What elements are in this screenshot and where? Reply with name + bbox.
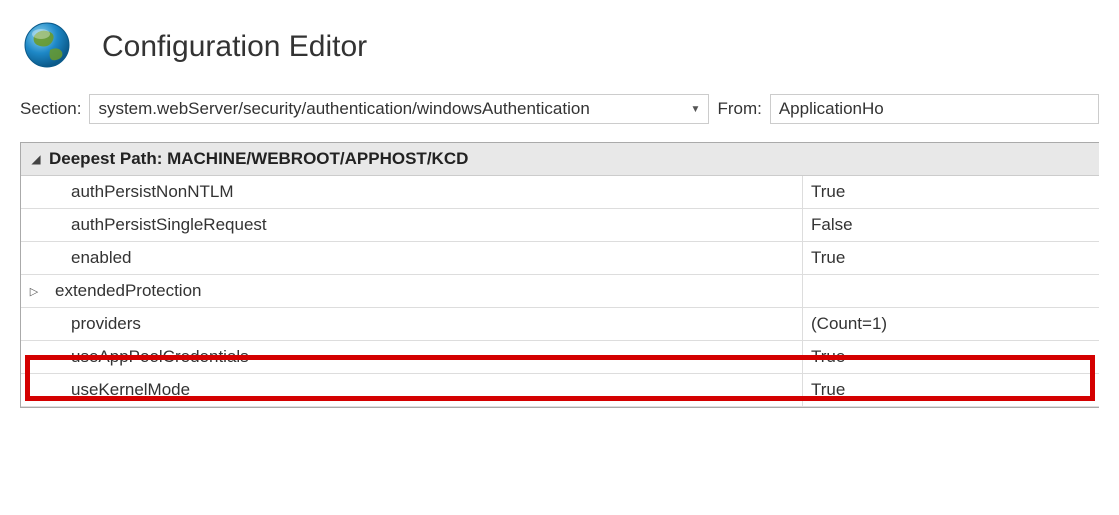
section-value: system.webServer/security/authentication… — [98, 99, 589, 119]
grid-row[interactable]: authPersistNonNTLM True — [21, 176, 1099, 209]
property-value[interactable]: True — [803, 374, 1099, 406]
chevron-down-icon: ▼ — [691, 104, 701, 115]
section-label: Section: — [20, 99, 81, 119]
row-indent — [21, 341, 47, 373]
property-value[interactable]: True — [803, 176, 1099, 208]
property-name: enabled — [47, 242, 803, 274]
expand-icon[interactable]: ▷ — [21, 275, 47, 307]
section-dropdown[interactable]: system.webServer/security/authentication… — [89, 94, 709, 124]
property-name: extendedProtection — [47, 275, 803, 307]
page-header: Configuration Editor — [0, 0, 1119, 86]
grid-row[interactable]: authPersistSingleRequest False — [21, 209, 1099, 242]
property-value[interactable]: True — [803, 242, 1099, 274]
globe-icon — [20, 18, 74, 76]
grid-row[interactable]: enabled True — [21, 242, 1099, 275]
collapse-icon[interactable]: ◢ — [29, 152, 43, 166]
toolbar: Section: system.webServer/security/authe… — [0, 86, 1119, 132]
property-value[interactable]: True — [803, 341, 1099, 373]
property-name: authPersistNonNTLM — [47, 176, 803, 208]
from-value: ApplicationHo — [779, 99, 884, 118]
grid-row[interactable]: useAppPoolCredentials True — [21, 341, 1099, 374]
property-name: useKernelMode — [47, 374, 803, 406]
page-title: Configuration Editor — [102, 30, 367, 64]
property-name: authPersistSingleRequest — [47, 209, 803, 241]
row-indent — [21, 242, 47, 274]
grid-row[interactable]: providers (Count=1) — [21, 308, 1099, 341]
grid-group-header[interactable]: ◢ Deepest Path: MACHINE/WEBROOT/APPHOST/… — [21, 143, 1099, 176]
grid-row[interactable]: ▷ extendedProtection — [21, 275, 1099, 308]
from-dropdown[interactable]: ApplicationHo — [770, 94, 1099, 124]
row-indent — [21, 176, 47, 208]
row-indent — [21, 374, 47, 406]
property-value[interactable]: False — [803, 209, 1099, 241]
row-indent — [21, 308, 47, 340]
property-grid: ◢ Deepest Path: MACHINE/WEBROOT/APPHOST/… — [20, 142, 1099, 408]
property-name: providers — [47, 308, 803, 340]
from-label: From: — [717, 99, 761, 119]
property-name: useAppPoolCredentials — [47, 341, 803, 373]
property-value[interactable] — [803, 275, 1099, 307]
row-indent — [21, 209, 47, 241]
grid-header-text: Deepest Path: MACHINE/WEBROOT/APPHOST/KC… — [49, 149, 468, 169]
property-value[interactable]: (Count=1) — [803, 308, 1099, 340]
grid-row[interactable]: useKernelMode True — [21, 374, 1099, 407]
